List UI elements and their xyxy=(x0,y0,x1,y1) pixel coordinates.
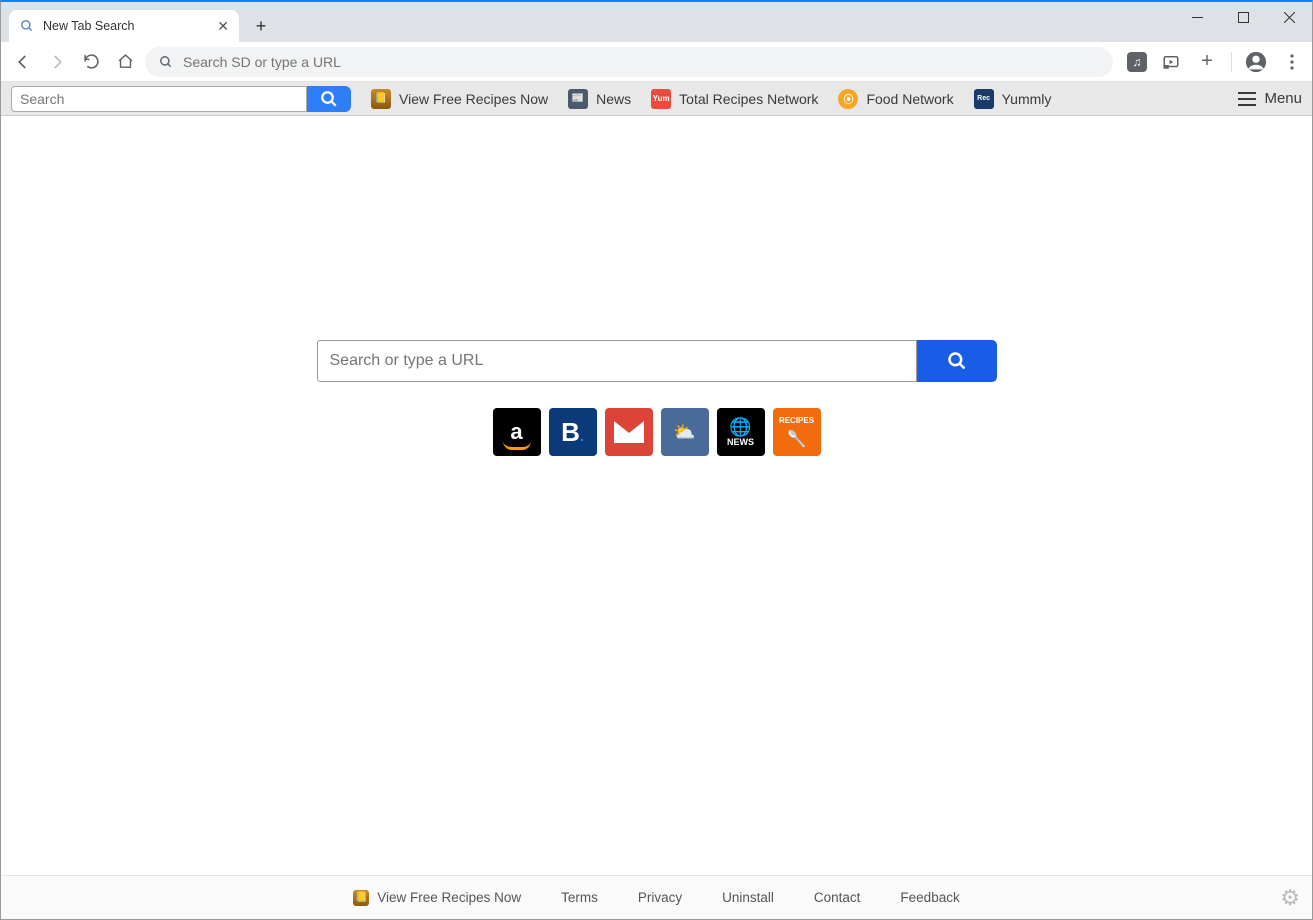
toolbar-link-yummly[interactable]: Rec Yummly xyxy=(974,89,1052,109)
toolbar-link-trn[interactable]: Yum Total Recipes Network xyxy=(651,89,818,109)
media-router-icon[interactable] xyxy=(1159,50,1183,74)
tab-title: New Tab Search xyxy=(43,19,135,33)
toolbar-search xyxy=(11,86,351,112)
separator xyxy=(1231,52,1232,72)
browser-tab[interactable]: New Tab Search ✕ xyxy=(9,10,239,42)
search-icon xyxy=(159,55,173,69)
search-icon xyxy=(19,18,35,34)
window-controls xyxy=(1174,2,1312,32)
center-search-input[interactable] xyxy=(317,340,917,382)
toolbar-link-label: News xyxy=(596,91,631,107)
forward-button[interactable] xyxy=(43,48,71,76)
add-bookmark-icon[interactable]: + xyxy=(1195,50,1219,74)
toolbar-link-label: Yummly xyxy=(1002,91,1052,107)
browser-window: New Tab Search ✕ + ♫ + xyxy=(0,0,1313,920)
toolbar-search-button[interactable] xyxy=(307,86,351,112)
omnibox[interactable] xyxy=(145,47,1113,77)
toolbar-link-foodnetwork[interactable]: ⦿ Food Network xyxy=(838,89,953,109)
spoon-icon: 🥄 xyxy=(787,429,807,449)
footer-link-privacy[interactable]: Privacy xyxy=(638,890,682,905)
recipes-icon: 📒 xyxy=(371,89,391,109)
tab-strip: New Tab Search ✕ + xyxy=(1,2,1312,42)
profile-icon[interactable] xyxy=(1244,50,1268,74)
tile-booking[interactable]: B. xyxy=(549,408,597,456)
news-icon: 📰 xyxy=(568,89,588,109)
center-search-button[interactable] xyxy=(917,340,997,382)
toolbar-link-recipes[interactable]: 📒 View Free Recipes Now xyxy=(371,89,548,109)
tile-amazon[interactable]: a xyxy=(493,408,541,456)
new-tab-button[interactable]: + xyxy=(247,12,275,40)
music-extension-icon[interactable]: ♫ xyxy=(1127,52,1147,72)
footer-link-label: Terms xyxy=(561,890,598,905)
footer-link-label: Uninstall xyxy=(722,890,774,905)
extension-toolbar: 📒 View Free Recipes Now 📰 News Yum Total… xyxy=(1,82,1312,116)
hamburger-icon xyxy=(1238,92,1256,106)
toolbar-link-label: View Free Recipes Now xyxy=(399,91,548,107)
settings-gear-icon[interactable]: ⚙ xyxy=(1280,885,1300,911)
close-tab-icon[interactable]: ✕ xyxy=(217,18,229,35)
minimize-button[interactable] xyxy=(1174,2,1220,32)
toolbar-menu-label: Menu xyxy=(1264,90,1302,107)
toolbar-link-label: Food Network xyxy=(866,91,953,107)
footer-link-terms[interactable]: Terms xyxy=(561,890,598,905)
weather-icon: ⛅ xyxy=(673,422,695,443)
tile-weather[interactable]: ⛅ xyxy=(661,408,709,456)
quick-tiles: a B. ⛅ 🌐 NEWS RECIPES 🥄 xyxy=(493,408,821,456)
maximize-button[interactable] xyxy=(1220,2,1266,32)
foodnetwork-icon: ⦿ xyxy=(838,89,858,109)
footer-link-uninstall[interactable]: Uninstall xyxy=(722,890,774,905)
yummly-icon: Rec xyxy=(974,89,994,109)
tile-recipes[interactable]: RECIPES 🥄 xyxy=(773,408,821,456)
back-button[interactable] xyxy=(9,48,37,76)
tile-news[interactable]: 🌐 NEWS xyxy=(717,408,765,456)
toolbar-menu-button[interactable]: Menu xyxy=(1238,90,1302,107)
toolbar-link-label: Total Recipes Network xyxy=(679,91,818,107)
footer-link-contact[interactable]: Contact xyxy=(814,890,861,905)
page-footer: 📒 View Free Recipes Now Terms Privacy Un… xyxy=(1,875,1312,919)
news-label: NEWS xyxy=(727,438,754,447)
gmail-icon xyxy=(614,421,644,443)
close-window-button[interactable] xyxy=(1266,2,1312,32)
address-bar-row: ♫ + xyxy=(1,42,1312,82)
page-content: a B. ⛅ 🌐 NEWS RECIPES 🥄 xyxy=(1,116,1312,875)
footer-link-recipes[interactable]: 📒 View Free Recipes Now xyxy=(353,890,521,906)
booking-icon: B. xyxy=(561,417,584,448)
omnibox-input[interactable] xyxy=(183,54,1099,70)
footer-link-label: View Free Recipes Now xyxy=(377,890,521,905)
recipes-label: RECIPES xyxy=(779,416,814,425)
amazon-icon: a xyxy=(510,419,522,445)
footer-link-label: Feedback xyxy=(900,890,959,905)
footer-link-label: Contact xyxy=(814,890,861,905)
yum-icon: Yum xyxy=(651,89,671,109)
globe-icon: 🌐 xyxy=(729,418,751,436)
tile-gmail[interactable] xyxy=(605,408,653,456)
footer-link-feedback[interactable]: Feedback xyxy=(900,890,959,905)
recipes-icon: 📒 xyxy=(353,890,369,906)
home-button[interactable] xyxy=(111,48,139,76)
footer-link-label: Privacy xyxy=(638,890,682,905)
center-search xyxy=(317,340,997,382)
chrome-menu-icon[interactable] xyxy=(1280,50,1304,74)
toolbar-search-input[interactable] xyxy=(11,86,307,112)
toolbar-link-news[interactable]: 📰 News xyxy=(568,89,631,109)
reload-button[interactable] xyxy=(77,48,105,76)
